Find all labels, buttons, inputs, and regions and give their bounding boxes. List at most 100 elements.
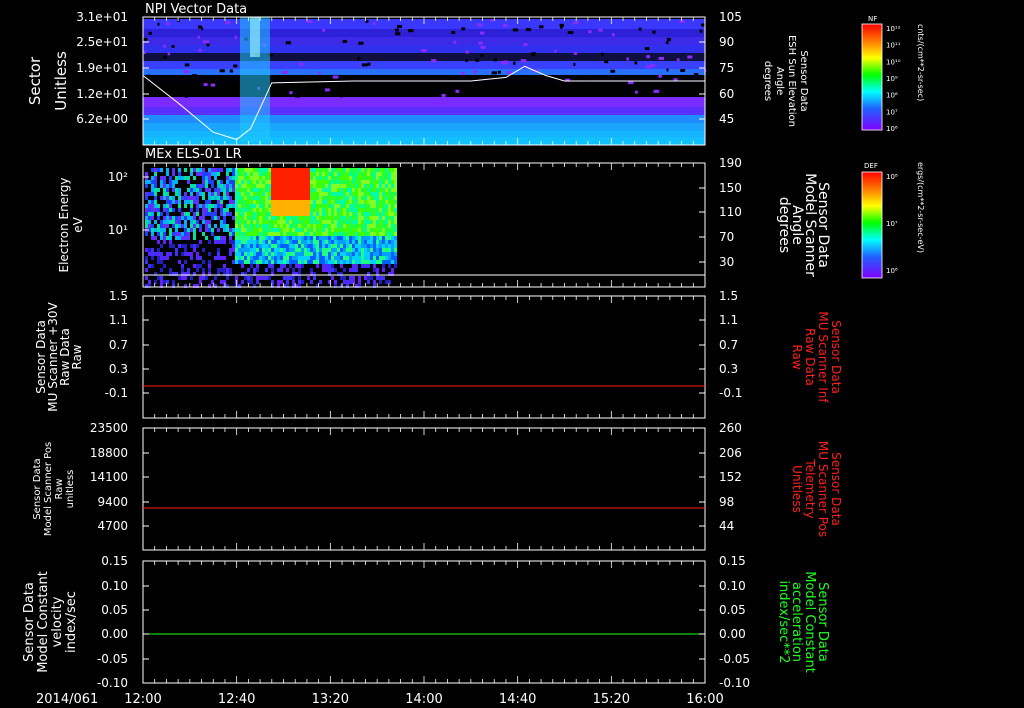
els-pixel <box>373 256 376 260</box>
els-pixel <box>247 228 250 232</box>
els-pixel <box>352 260 355 264</box>
els-pixel <box>166 248 169 252</box>
els-pixel <box>292 200 295 204</box>
els-pixel <box>187 260 190 264</box>
els-pixel <box>280 196 283 200</box>
els-pixel <box>271 204 274 208</box>
els-pixel <box>262 268 265 272</box>
els-pixel <box>331 192 334 196</box>
els-pixel <box>370 184 373 188</box>
els-pixel <box>367 252 370 256</box>
els-pixel <box>385 200 388 204</box>
els-pixel <box>223 280 226 284</box>
els-pixel <box>268 264 271 268</box>
els-pixel <box>184 240 187 244</box>
els-pixel <box>340 172 343 176</box>
els-pixel <box>286 248 289 252</box>
els-pixel <box>190 180 193 184</box>
left-axis-label-line: Raw <box>54 478 65 499</box>
els-pixel <box>223 248 226 252</box>
els-pixel <box>265 196 268 200</box>
els-pixel <box>157 256 160 260</box>
els-pixel <box>298 232 301 236</box>
els-pixel <box>208 220 211 224</box>
els-pixel <box>289 244 292 248</box>
els-pixel <box>343 224 346 228</box>
els-pixel <box>316 244 319 248</box>
els-pixel <box>331 172 334 176</box>
els-pixel <box>169 172 172 176</box>
els-pixel <box>244 216 247 220</box>
els-pixel <box>205 260 208 264</box>
els-pixel <box>193 240 196 244</box>
els-pixel <box>358 252 361 256</box>
els-pixel <box>304 212 307 216</box>
els-pixel <box>268 212 271 216</box>
els-pixel <box>268 276 271 280</box>
els-pixel <box>253 224 256 228</box>
els-pixel <box>244 264 247 268</box>
els-pixel <box>376 184 379 188</box>
els-pixel <box>262 224 265 228</box>
els-pixel <box>154 208 157 212</box>
els-pixel <box>277 236 280 240</box>
els-pixel <box>205 228 208 232</box>
els-pixel <box>223 252 226 256</box>
els-pixel <box>298 276 301 280</box>
els-pixel <box>196 180 199 184</box>
els-pixel <box>196 236 199 240</box>
els-pixel <box>196 212 199 216</box>
date-label: 2014/061 <box>36 692 98 707</box>
els-pixel <box>154 248 157 252</box>
els-pixel <box>265 260 268 264</box>
els-pixel <box>280 212 283 216</box>
els-pixel <box>226 276 229 280</box>
els-pixel <box>337 172 340 176</box>
els-pixel <box>214 268 217 272</box>
els-pixel <box>337 264 340 268</box>
left-tick-label: -0.1 <box>105 386 128 400</box>
els-pixel <box>280 260 283 264</box>
els-pixel <box>205 200 208 204</box>
els-pixel <box>205 240 208 244</box>
els-pixel <box>289 168 292 172</box>
els-pixel <box>223 196 226 200</box>
els-pixel <box>184 184 187 188</box>
els-pixel <box>340 220 343 224</box>
els-pixel <box>379 252 382 256</box>
els-pixel <box>229 208 232 212</box>
els-pixel <box>229 268 232 272</box>
els-pixel <box>307 276 310 280</box>
els-pixel <box>289 192 292 196</box>
els-pixel <box>391 204 394 208</box>
els-pixel <box>379 196 382 200</box>
els-pixel <box>265 256 268 260</box>
els-pixel <box>367 276 370 280</box>
els-pixel <box>352 264 355 268</box>
els-pixel <box>208 268 211 272</box>
els-pixel <box>229 216 232 220</box>
els-pixel <box>316 232 319 236</box>
els-pixel <box>349 264 352 268</box>
npi-speck <box>461 72 465 76</box>
els-pixel <box>313 256 316 260</box>
npi-speck <box>646 55 651 59</box>
els-pixel <box>169 192 172 196</box>
els-pixel <box>343 220 346 224</box>
els-pixel <box>205 216 208 220</box>
els-pixel <box>256 248 259 252</box>
els-pixel <box>391 232 394 236</box>
els-pixel <box>334 196 337 200</box>
els-pixel <box>361 204 364 208</box>
els-pixel <box>259 280 262 284</box>
els-pixel <box>376 252 379 256</box>
els-pixel <box>154 212 157 216</box>
els-pixel <box>310 188 313 192</box>
els-pixel <box>316 256 319 260</box>
els-pixel <box>274 236 277 240</box>
els-pixel <box>247 268 250 272</box>
els-pixel <box>250 188 253 192</box>
els-pixel <box>271 228 274 232</box>
els-pixel <box>238 212 241 216</box>
els-pixel <box>376 176 379 180</box>
